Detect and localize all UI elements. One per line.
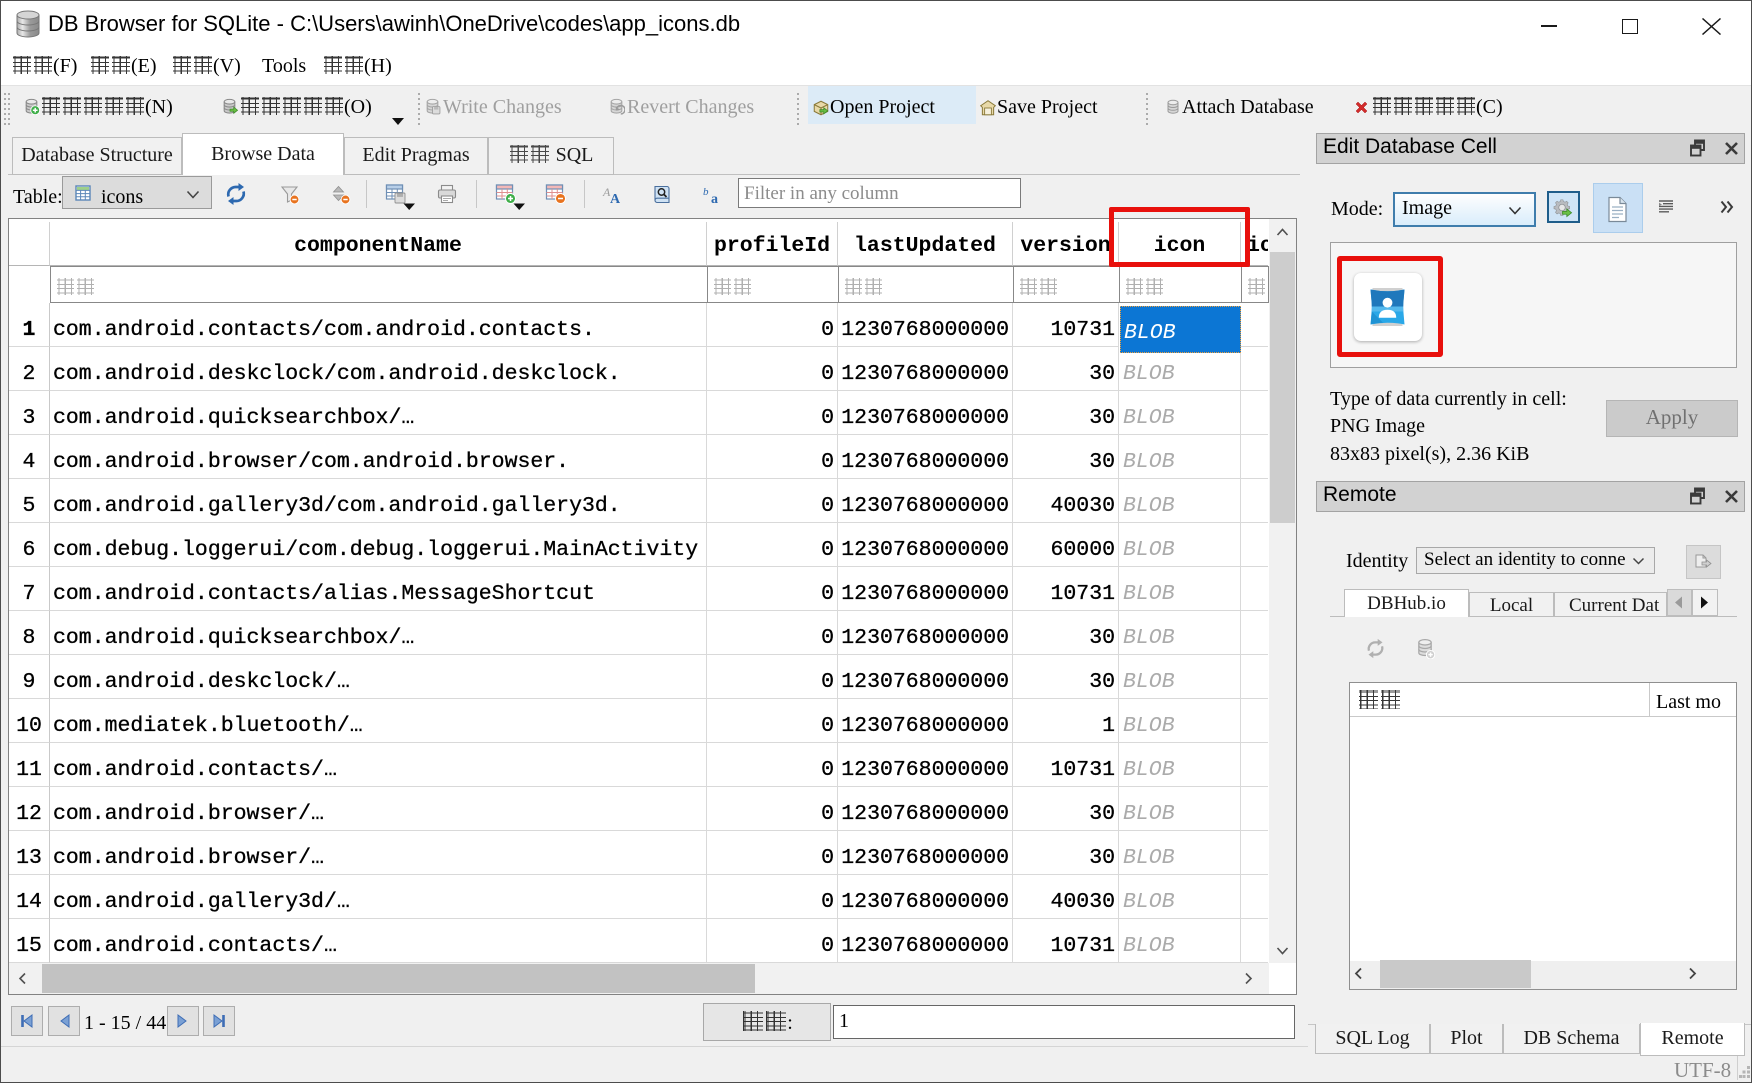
- svg-text:b: b: [703, 186, 709, 198]
- svg-text:a: a: [711, 192, 718, 205]
- svg-text:A: A: [610, 192, 621, 205]
